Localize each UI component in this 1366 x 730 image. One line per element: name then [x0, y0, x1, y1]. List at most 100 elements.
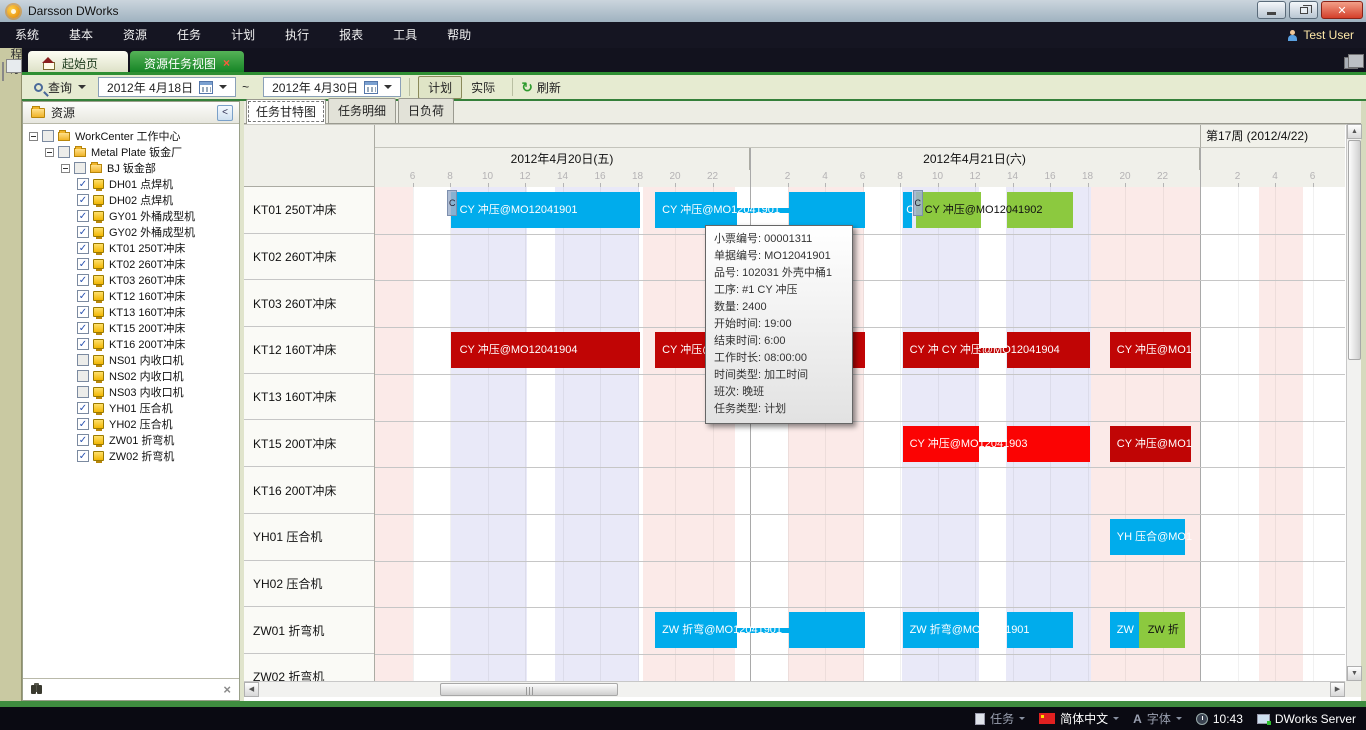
- tree-item-label: KT03 260T冲床: [109, 272, 185, 288]
- tree-checkbox[interactable]: ✓: [77, 210, 89, 222]
- vertical-scroll-thumb[interactable]: [1348, 140, 1361, 360]
- tree-checkbox[interactable]: [77, 370, 89, 382]
- tree-checkbox[interactable]: ✓: [77, 402, 89, 414]
- menu-item-帮助[interactable]: 帮助: [432, 22, 486, 48]
- tree-item-Metal[interactable]: Metal Plate 钣金厂: [23, 144, 239, 160]
- view-tab-任务甘特图[interactable]: 任务甘特图: [246, 99, 326, 124]
- tree-item-KT03[interactable]: ✓ KT03 260T冲床: [23, 272, 239, 288]
- horizontal-scrollbar[interactable]: ◀ ▶: [244, 681, 1345, 697]
- find-icon[interactable]: [31, 685, 36, 694]
- tree-checkbox[interactable]: ✓: [77, 450, 89, 462]
- tree-item-KT12[interactable]: ✓KT12 160T冲床: [23, 288, 239, 304]
- status-item-server[interactable]: DWorks Server: [1257, 712, 1356, 726]
- tree-item-NS03[interactable]: NS03 内收口机: [23, 384, 239, 400]
- task-chip[interactable]: C: [913, 190, 923, 216]
- tree-item-GY02[interactable]: ✓GY02 外桶成型机: [23, 224, 239, 240]
- minimize-button[interactable]: [1257, 1, 1286, 19]
- tree-item-YH02[interactable]: ✓YH02 压合机: [23, 416, 239, 432]
- tree-item-KT01[interactable]: ✓KT01 250T冲床: [23, 240, 239, 256]
- tree-checkbox[interactable]: ✓: [77, 274, 89, 286]
- status-item-flag[interactable]: 简体中文: [1039, 710, 1119, 727]
- tree-expander-icon[interactable]: [61, 164, 70, 173]
- tree-item-WorkCenter[interactable]: WorkCenter 工作中心: [23, 128, 239, 144]
- vertical-scrollbar[interactable]: ▲ ▼: [1346, 124, 1361, 681]
- tree-checkbox[interactable]: [77, 386, 89, 398]
- task-bar[interactable]: [789, 192, 865, 228]
- restore-button[interactable]: [1289, 1, 1318, 19]
- menu-item-系统[interactable]: 系统: [0, 22, 54, 48]
- view-tab-日负荷[interactable]: 日负荷: [398, 98, 454, 123]
- query-dropdown-icon[interactable]: [78, 85, 86, 93]
- tree-checkbox[interactable]: ✓: [77, 194, 89, 206]
- tree-item-KT15[interactable]: ✓KT15 200T冲床: [23, 320, 239, 336]
- menu-item-执行[interactable]: 执行: [270, 22, 324, 48]
- tree-item-NS02[interactable]: NS02 内收口机: [23, 368, 239, 384]
- calendar-icon[interactable]: [199, 81, 213, 94]
- date-from-field[interactable]: 2012年 4月18日: [98, 77, 236, 97]
- tree-expander-icon[interactable]: [29, 132, 38, 141]
- window-list-icon[interactable]: [1344, 57, 1358, 69]
- close-button[interactable]: ✕: [1321, 1, 1363, 19]
- calendar-icon[interactable]: [364, 81, 378, 94]
- tree-checkbox[interactable]: ✓: [77, 242, 89, 254]
- docked-panel-strip: 程序: [0, 48, 22, 701]
- menu-item-工具[interactable]: 工具: [378, 22, 432, 48]
- tree-checkbox[interactable]: ✓: [77, 258, 89, 270]
- gantt-row-label: YH01 压合机: [244, 514, 374, 561]
- scroll-down-icon[interactable]: ▼: [1347, 666, 1362, 681]
- tree-checkbox[interactable]: [42, 130, 54, 142]
- tree-item-label: DH02 点焊机: [109, 192, 173, 208]
- tree-checkbox[interactable]: ✓: [77, 418, 89, 430]
- date-from-dropdown-icon[interactable]: [219, 85, 227, 93]
- current-user[interactable]: Test User: [1287, 22, 1354, 48]
- tree-item-KT02[interactable]: ✓KT02 260T冲床: [23, 256, 239, 272]
- collapse-panel-button[interactable]: <: [217, 105, 233, 121]
- menu-item-任务[interactable]: 任务: [162, 22, 216, 48]
- scroll-left-icon[interactable]: ◀: [244, 682, 259, 697]
- tree-checkbox[interactable]: ✓: [77, 306, 89, 318]
- tree-item-KT16[interactable]: ✓KT16 200T冲床: [23, 336, 239, 352]
- tree-checkbox[interactable]: [74, 162, 86, 174]
- tree-checkbox[interactable]: ✓: [77, 338, 89, 350]
- query-button[interactable]: 查询: [48, 79, 72, 96]
- tree-checkbox[interactable]: ✓: [77, 226, 89, 238]
- tree-item-ZW02[interactable]: ✓ZW02 折弯机: [23, 448, 239, 464]
- plan-button[interactable]: 计划: [418, 76, 462, 99]
- tree-expander-icon[interactable]: [45, 148, 54, 157]
- view-tab-任务明细[interactable]: 任务明细: [328, 98, 396, 123]
- tree-item-DH01[interactable]: ✓DH01 点焊机: [23, 176, 239, 192]
- date-to-dropdown-icon[interactable]: [384, 85, 392, 93]
- tree-checkbox[interactable]: [77, 354, 89, 366]
- tree-checkbox[interactable]: ✓: [77, 322, 89, 334]
- program-panel-icon[interactable]: [2, 62, 4, 81]
- scroll-right-icon[interactable]: ▶: [1330, 682, 1345, 697]
- tree-checkbox[interactable]: ✓: [77, 178, 89, 190]
- tree-item-KT13[interactable]: ✓KT13 160T冲床: [23, 304, 239, 320]
- grid-line-horizontal: [375, 280, 1345, 281]
- status-item-tasks[interactable]: 任务: [975, 710, 1025, 727]
- tree-item-BJ[interactable]: BJ 钣金部: [23, 160, 239, 176]
- status-item-font[interactable]: A字体: [1133, 710, 1182, 727]
- tab-close-icon[interactable]: ×: [223, 56, 230, 70]
- date-to-field[interactable]: 2012年 4月30日: [263, 77, 401, 97]
- scroll-up-icon[interactable]: ▲: [1347, 124, 1362, 139]
- tree-item-YH01[interactable]: ✓YH01 压合机: [23, 400, 239, 416]
- tree-checkbox[interactable]: [58, 146, 70, 158]
- find-close-icon[interactable]: ×: [223, 682, 231, 697]
- menu-item-资源[interactable]: 资源: [108, 22, 162, 48]
- tree-item-DH02[interactable]: ✓ DH02 点焊机: [23, 192, 239, 208]
- task-bar[interactable]: [789, 612, 865, 648]
- horizontal-scroll-thumb[interactable]: [440, 683, 618, 696]
- tree-checkbox[interactable]: ✓: [77, 290, 89, 302]
- task-chip[interactable]: C: [447, 190, 457, 216]
- tree-item-ZW01[interactable]: ✓ZW01 折弯机: [23, 432, 239, 448]
- menu-item-计划[interactable]: 计划: [216, 22, 270, 48]
- status-item-clock[interactable]: 10:43: [1196, 712, 1243, 726]
- menu-item-基本[interactable]: 基本: [54, 22, 108, 48]
- actual-button[interactable]: 实际: [462, 77, 504, 98]
- tree-checkbox[interactable]: ✓: [77, 434, 89, 446]
- tree-item-GY01[interactable]: ✓GY01 外桶成型机: [23, 208, 239, 224]
- tree-item-NS01[interactable]: NS01 内收口机: [23, 352, 239, 368]
- menu-item-报表[interactable]: 报表: [324, 22, 378, 48]
- refresh-button[interactable]: ↻ 刷新: [521, 79, 561, 96]
